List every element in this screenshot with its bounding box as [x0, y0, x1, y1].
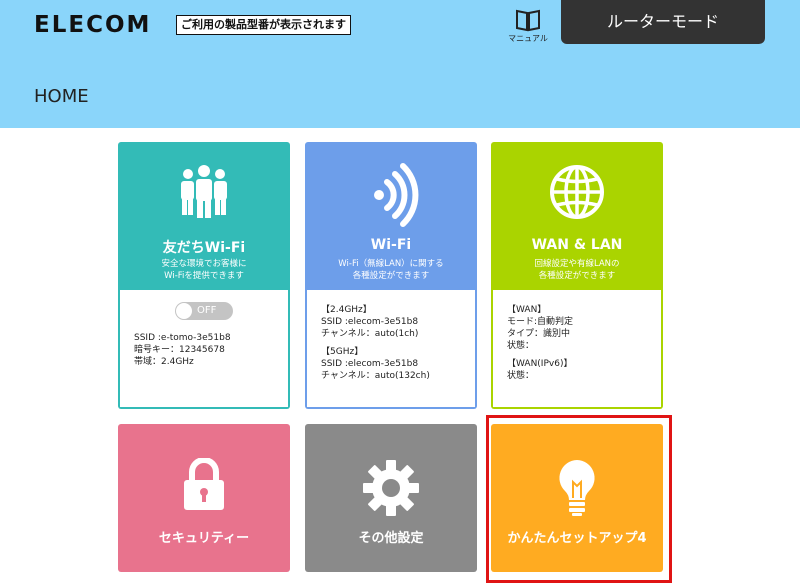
card-status: 【WAN】 モード:自動判定 タイプ：識別中 状態： 【WAN(IPv6)】 状… — [493, 290, 661, 407]
card-description: 安全な環境でお客様に Wi-Fiを提供できます — [161, 259, 247, 281]
model-notice: ご利用の製品型番が表示されます — [176, 15, 351, 35]
card-title: Wi-Fi — [370, 237, 412, 253]
card-wan-lan[interactable]: WAN & LAN 回線設定や有線LANの 各種設定ができます 【WAN】 モー… — [491, 142, 663, 409]
ssid-line: SSID :elecom-3e51b8 — [321, 359, 419, 369]
router-mode-button[interactable]: ルーターモード — [561, 0, 765, 44]
status-line: 状態： — [507, 371, 535, 381]
channel-line: チャンネル：auto(132ch) — [321, 371, 430, 381]
ssid-line: SSID :e-tomo-3e51b8 — [134, 333, 231, 343]
mode-line: モード:自動判定 — [507, 317, 574, 327]
card-title: 友だちWi-Fi — [162, 240, 246, 256]
elecom-logo: ELECOM — [34, 12, 152, 38]
card-status: 【2.4GHz】 SSID :elecom-3e51b8 チャンネル：auto(… — [307, 290, 475, 407]
band-header: 【2.4GHz】 — [321, 305, 372, 315]
wan-ipv6-header: 【WAN(IPv6)】 — [507, 359, 573, 369]
manual-label: マニュアル — [508, 34, 548, 43]
globe-icon — [491, 162, 663, 232]
card-description: Wi-Fi（無線LAN）に関する 各種設定ができます — [338, 259, 444, 281]
security-tile[interactable]: セキュリティー — [118, 424, 290, 572]
tile-title: セキュリティー — [158, 531, 250, 546]
band-line: 帯域：2.4GHz — [134, 357, 194, 367]
type-line: タイプ：識別中 — [507, 329, 571, 339]
tile-title: その他設定 — [358, 531, 424, 546]
channel-line: チャンネル：auto(1ch) — [321, 329, 419, 339]
wifi-signal-icon — [305, 162, 477, 232]
card-wifi[interactable]: Wi-Fi Wi-Fi（無線LAN）に関する 各種設定ができます 【2.4GHz… — [305, 142, 477, 409]
header: ELECOM ご利用の製品型番が表示されます マニュアル ルーターモード HOM… — [0, 0, 800, 128]
friend-wifi-toggle[interactable]: OFF — [175, 302, 233, 320]
book-icon — [516, 9, 540, 32]
manual-link[interactable]: マニュアル — [505, 8, 551, 44]
people-icon — [118, 162, 290, 232]
key-line: 暗号キー：12345678 — [134, 345, 225, 355]
other-settings-tile[interactable]: その他設定 — [305, 424, 477, 572]
page-title: HOME — [34, 86, 89, 107]
band-header: 【5GHz】 — [321, 347, 364, 357]
card-status: OFF SSID :e-tomo-3e51b8 暗号キー：12345678 帯域… — [120, 290, 288, 407]
lock-icon — [118, 458, 290, 512]
card-title: WAN & LAN — [531, 237, 623, 253]
ssid-line: SSID :elecom-3e51b8 — [321, 317, 419, 327]
gear-icon — [305, 458, 477, 518]
selection-highlight — [486, 415, 672, 583]
status-line: 状態： — [507, 341, 535, 351]
card-friend-wifi[interactable]: 友だちWi-Fi 安全な環境でお客様に Wi-Fiを提供できます OFF SSI… — [118, 142, 290, 409]
card-description: 回線設定や有線LANの 各種設定ができます — [534, 259, 620, 281]
wan-header: 【WAN】 — [507, 305, 547, 315]
